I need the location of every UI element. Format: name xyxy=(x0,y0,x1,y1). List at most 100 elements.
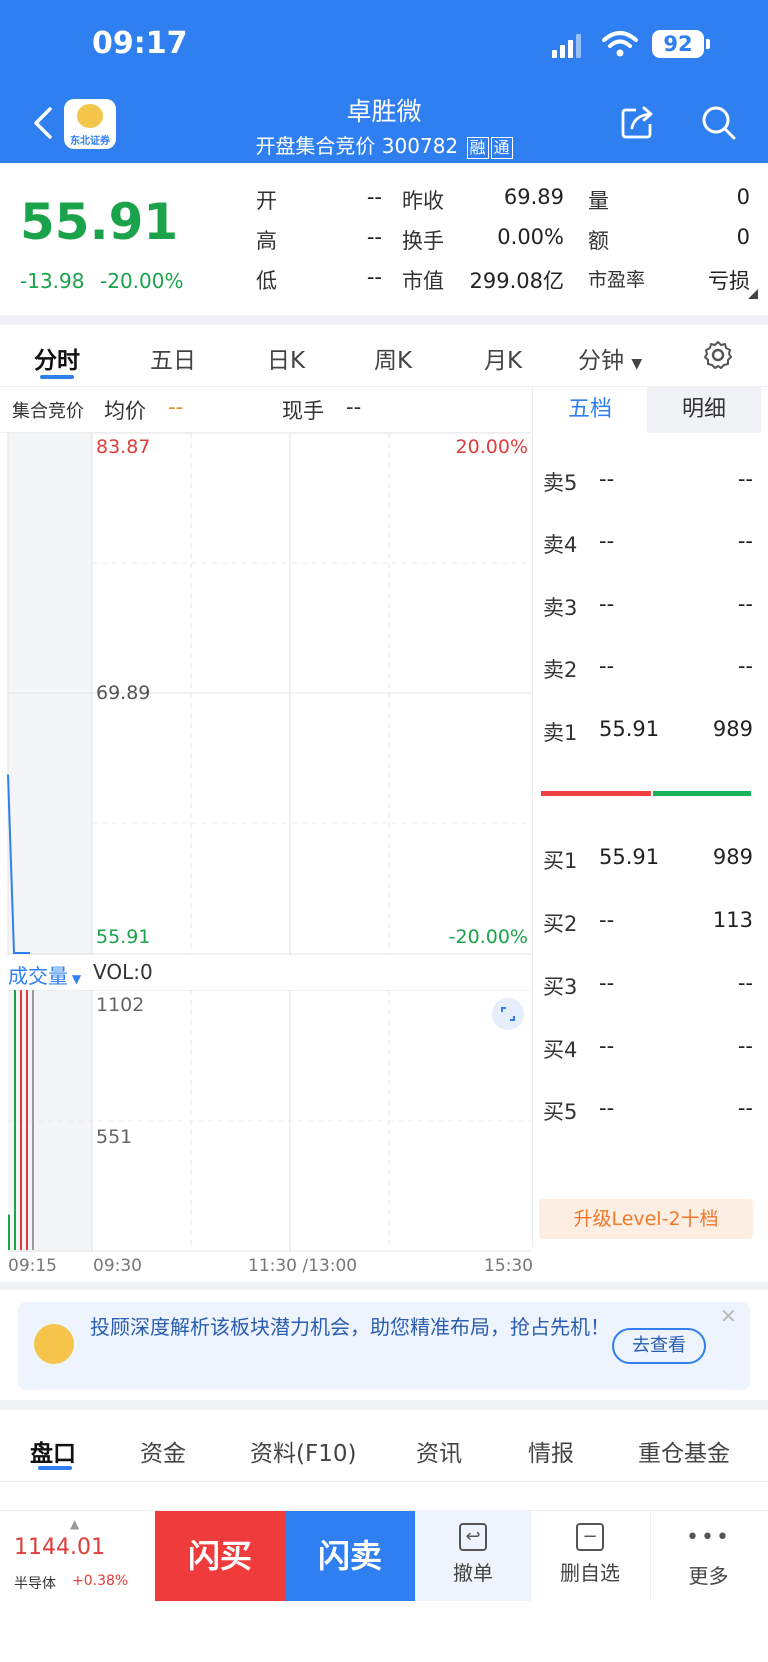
tab-f10[interactable]: 资料(F10) xyxy=(250,1434,356,1468)
promo-banner[interactable]: 投顾深度解析该板块潜力机会，助您精准布局，抢占先机！ 去查看 ✕ xyxy=(18,1302,750,1390)
tab-fund-holdings[interactable]: 重仓基金 xyxy=(638,1434,730,1468)
pe-label: 市盈率 xyxy=(588,269,646,291)
volume-bar xyxy=(26,990,28,1250)
close-icon[interactable]: ✕ xyxy=(720,1304,737,1328)
section-divider xyxy=(0,1282,768,1290)
fullscreen-icon xyxy=(501,1007,515,1021)
turnover-value: 0.00% xyxy=(497,225,564,249)
volume-chart xyxy=(8,990,531,1252)
tab-minute[interactable]: 分钟 ▼ xyxy=(578,341,642,375)
expand-up-icon[interactable]: ▲ xyxy=(70,1517,79,1531)
tab-monthly-k[interactable]: 月K xyxy=(484,341,522,375)
tab-daily-k[interactable]: 日K xyxy=(267,341,305,375)
flash-sell-button[interactable]: 闪卖 xyxy=(285,1511,415,1601)
tab-intel[interactable]: 情报 xyxy=(528,1434,574,1468)
tab-five-levels[interactable]: 五档 xyxy=(533,387,647,433)
bottom-action-bar: ▲ 1144.01 半导体 +0.38% 闪买 闪卖 ↩ 撤单 − 删自选 ••… xyxy=(0,1510,768,1601)
bid-row-2: 买2 -- 113 xyxy=(543,908,753,936)
detail-tabs: 盘口 资金 资料(F10) 资讯 情报 重仓基金 xyxy=(0,1410,768,1482)
search-icon[interactable] xyxy=(700,104,738,142)
auction-status-code: 开盘集合竞价 300782 xyxy=(255,134,459,158)
index-value[interactable]: 1144.01 xyxy=(14,1535,105,1560)
corner-triangle-icon xyxy=(748,289,758,299)
quote-panel: 55.91 -13.98 -20.00% 开 -- 高 -- 低 -- 昨收 6… xyxy=(0,163,768,315)
cancel-order-button[interactable]: ↩ 撤单 xyxy=(415,1511,531,1601)
y-tick-pct-high: 20.00% xyxy=(455,436,528,458)
margin-tag: 融 xyxy=(466,137,489,159)
bid-row-4: 买4 -- -- xyxy=(543,1034,753,1062)
turnover-label: 换手 xyxy=(402,229,444,253)
share-icon[interactable] xyxy=(620,104,656,140)
tab-intraday[interactable]: 分时 xyxy=(34,341,80,375)
amount-label: 额 xyxy=(588,229,609,253)
intraday-price-chart xyxy=(7,433,531,955)
avg-price-value: -- xyxy=(168,395,184,419)
tab-five-day[interactable]: 五日 xyxy=(150,341,196,375)
ask-row-5: 卖5 -- -- xyxy=(543,467,753,495)
index-change: +0.38% xyxy=(72,1573,129,1589)
ask-row-2: 卖2 -- -- xyxy=(543,654,753,682)
bid-row-1: 买1 55.91 989 xyxy=(543,845,753,873)
high-label: 高 xyxy=(256,229,277,253)
mascot-icon xyxy=(34,1324,74,1364)
more-dots-icon: ••• xyxy=(686,1525,731,1550)
status-time: 09:17 xyxy=(92,26,188,61)
y-tick-pct-low: -20.00% xyxy=(448,926,528,948)
ask-row-1: 卖1 55.91 989 xyxy=(543,717,753,745)
section-divider xyxy=(0,315,768,325)
vol-tick-mid: 551 xyxy=(96,1126,133,1148)
x-tick-0915: 09:15 xyxy=(8,1256,57,1276)
caret-down-icon: ▼ xyxy=(68,972,82,986)
price-change: -13.98 xyxy=(20,269,85,293)
y-tick-low: 55.91 xyxy=(96,926,151,948)
auction-label: 集合竞价 xyxy=(12,401,84,422)
bid-row-3: 买3 -- -- xyxy=(543,971,753,999)
battery-tip xyxy=(706,39,710,49)
current-hand-value: -- xyxy=(346,395,362,419)
volume-bar xyxy=(14,990,16,1250)
battery-indicator: 92 xyxy=(652,30,704,58)
tab-weekly-k[interactable]: 周K xyxy=(374,341,412,375)
minus-box-icon: − xyxy=(576,1523,604,1551)
chart-info-row: 集合竞价 均价 -- 现手 -- xyxy=(0,387,531,433)
volume-label-row: 成交量 ▼ VOL:0 xyxy=(0,956,531,990)
tab-order-board[interactable]: 盘口 xyxy=(30,1434,76,1468)
x-tick-midday: 11:30 /13:00 xyxy=(248,1256,358,1276)
chart-period-tabs: 分时 五日 日K 周K 月K 分钟 ▼ xyxy=(0,325,768,387)
y-tick-high: 83.87 xyxy=(96,436,151,458)
current-price: 55.91 xyxy=(20,193,179,251)
volume-label: 量 xyxy=(588,189,609,213)
low-label: 低 xyxy=(256,269,277,293)
volume-bar xyxy=(32,990,34,1250)
price-change-pct: -20.00% xyxy=(100,269,184,293)
active-tab-indicator xyxy=(40,375,74,379)
bid-row-5: 买5 -- -- xyxy=(543,1096,753,1124)
signal-icon xyxy=(552,34,581,58)
open-label: 开 xyxy=(256,189,277,213)
active-tab-indicator xyxy=(38,1466,72,1470)
amount-value: 0 xyxy=(736,225,750,249)
more-button[interactable]: ••• 更多 xyxy=(650,1511,766,1601)
volume-value: 0 xyxy=(736,185,750,209)
order-book-panel: 五档 明细 卖5 -- -- 卖4 -- -- 卖3 -- -- 卖2 -- -- 卖1 55.9… xyxy=(532,387,761,1247)
ask-row-4: 卖4 -- -- xyxy=(543,529,753,557)
volume-bar xyxy=(20,990,22,1250)
prev-close-label: 昨收 xyxy=(402,189,444,213)
mktcap-label: 市值 xyxy=(402,269,444,293)
flash-buy-button[interactable]: 闪买 xyxy=(155,1511,285,1601)
prev-close-value: 69.89 xyxy=(503,185,564,209)
upgrade-level2-button[interactable]: 升级Level-2十档 xyxy=(539,1199,753,1239)
x-tick-1530: 15:30 xyxy=(484,1256,533,1276)
fullscreen-button[interactable] xyxy=(492,998,524,1030)
ask-row-3: 卖3 -- -- xyxy=(543,592,753,620)
tab-news[interactable]: 资讯 xyxy=(416,1434,462,1468)
promo-view-button[interactable]: 去查看 xyxy=(612,1328,706,1364)
tab-trade-detail[interactable]: 明细 xyxy=(647,387,761,433)
settings-gear-icon[interactable] xyxy=(702,339,734,371)
remove-favorite-button[interactable]: − 删自选 xyxy=(532,1511,648,1601)
pe-value: 亏损 xyxy=(708,269,750,293)
index-name: 半导体 xyxy=(14,1576,56,1592)
tab-funds[interactable]: 资金 xyxy=(140,1434,186,1468)
volume-indicator-select[interactable]: 成交量 ▼ xyxy=(8,960,81,989)
wifi-icon xyxy=(602,31,638,57)
